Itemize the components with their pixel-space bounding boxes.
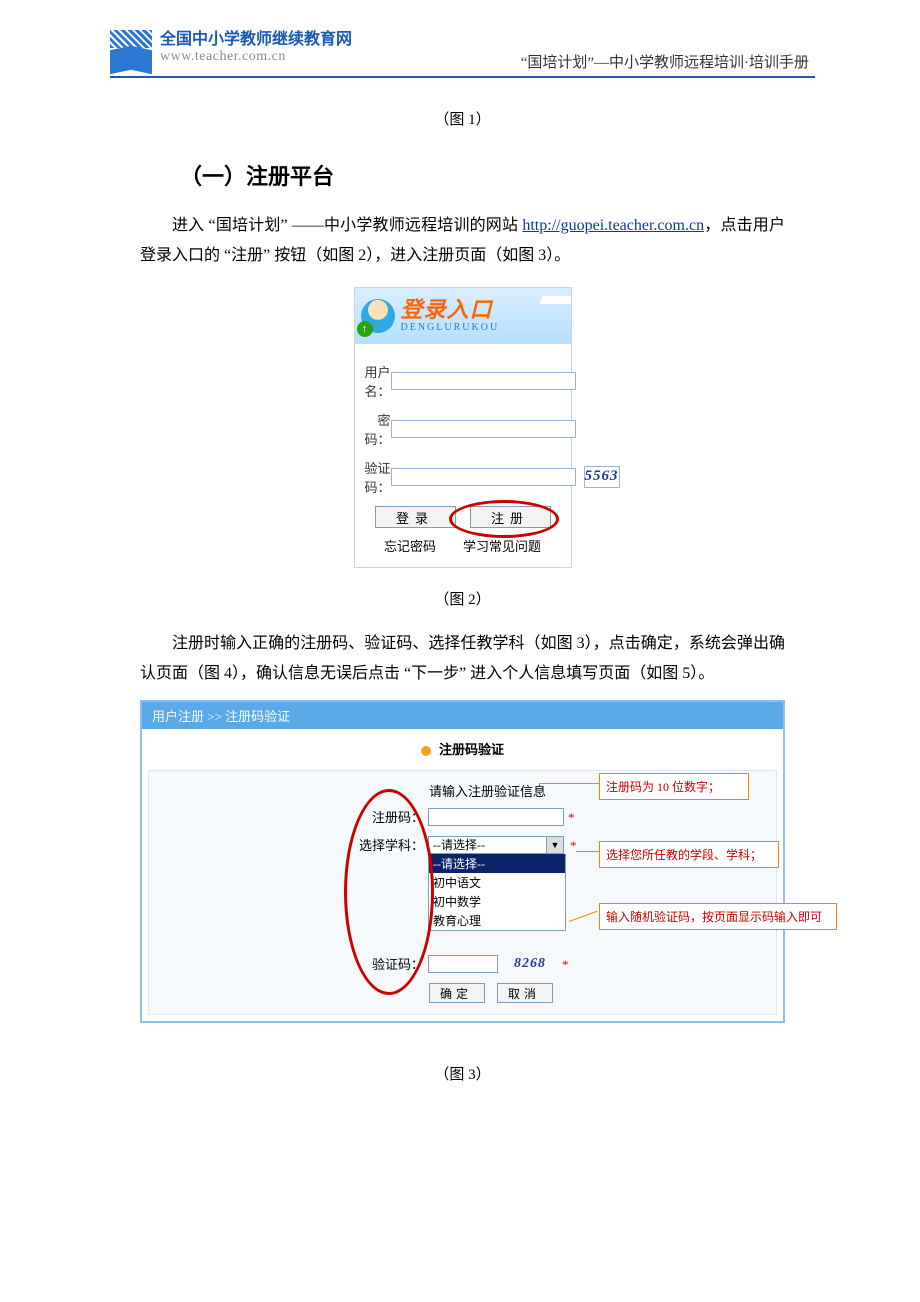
password-label: 密码： <box>365 410 391 448</box>
figure-1-caption: （图 1） <box>110 108 815 129</box>
reg-captcha-input[interactable] <box>428 955 498 973</box>
captcha-input[interactable] <box>391 468 576 486</box>
doc-header: 全国中小学教师继续教育网 www.teacher.com.cn “国培计划”—中… <box>110 30 815 78</box>
section-heading: （一）注册平台 <box>180 159 815 191</box>
register-button[interactable]: 注册 <box>470 506 551 528</box>
regcode-label: 注册码： <box>149 808 428 828</box>
doc-title: “国培计划”—中小学教师远程培训·培训手册 <box>352 51 815 72</box>
cancel-button[interactable]: 取消 <box>497 983 553 1003</box>
regcode-input[interactable] <box>428 808 564 826</box>
reg-breadcrumb: 用户注册 >> 注册码验证 <box>142 702 783 729</box>
subject-select[interactable]: --请选择-- ▼ --请选择-- 初中语文 初中数学 教育心理 <box>428 836 566 931</box>
ok-button[interactable]: 确定 <box>429 983 485 1003</box>
login-panel: 登录入口 DENGLURUKOU 用户名： 密码： 验证码： 5563 登录 注… <box>354 287 572 568</box>
subject-option[interactable]: --请选择-- <box>429 854 565 873</box>
subject-select-value: --请选择-- <box>429 836 546 853</box>
annot-line <box>539 783 599 784</box>
site-name: 全国中小学教师继续教育网 <box>160 30 352 49</box>
reg-captcha-label: 验证码： <box>149 955 428 975</box>
required-star: * <box>570 836 577 856</box>
login-banner: 登录入口 DENGLURUKOU <box>355 288 571 344</box>
subject-label: 选择学科： <box>149 836 428 856</box>
login-title-cn: 登录入口 <box>401 298 500 322</box>
annotation-captcha: 输入随机验证码，按页面显示码输入即可 <box>599 903 837 930</box>
paragraph-1: 进入 “国培计划” ——中小学教师远程培训的网站 http://guopei.t… <box>140 211 785 272</box>
subject-option[interactable]: 教育心理 <box>429 911 565 930</box>
avatar-icon <box>361 299 395 333</box>
site-url: www.teacher.com.cn <box>160 49 352 65</box>
annot-line <box>576 851 599 852</box>
subject-option[interactable]: 初中语文 <box>429 873 565 892</box>
paragraph-2: 注册时输入正确的注册码、验证码、选择任教学科（如图 3），点击确定，系统会弹出确… <box>140 629 785 690</box>
para1-prefix: 进入 “国培计划” ——中小学教师远程培训的网站 <box>172 217 522 234</box>
captcha-label: 验证码： <box>365 458 391 496</box>
reg-step-text: 注册码验证 <box>439 742 504 757</box>
annotation-subject: 选择您所任教的学段、学科； <box>599 841 779 868</box>
registration-panel: 用户注册 >> 注册码验证 注册码验证 请输入注册验证信息 注册码： * 选择学… <box>140 700 785 1023</box>
subject-select-list: --请选择-- 初中语文 初中数学 教育心理 <box>428 854 566 931</box>
captcha-image: 5563 <box>584 466 620 488</box>
guopei-link[interactable]: http://guopei.teacher.com.cn <box>522 217 704 234</box>
required-star: * <box>562 955 569 975</box>
site-logo-text: 全国中小学教师继续教育网 www.teacher.com.cn <box>160 30 352 65</box>
reg-captcha-image: 8268 <box>502 955 558 973</box>
annotation-regcode: 注册码为 10 位数字； <box>599 773 749 800</box>
figure-2-caption: （图 2） <box>110 588 815 609</box>
figure-3-caption: （图 3） <box>110 1063 815 1084</box>
step-dot-icon <box>421 746 431 756</box>
username-label: 用户名： <box>365 362 391 400</box>
required-star: * <box>568 808 575 828</box>
subject-option[interactable]: 初中数学 <box>429 892 565 911</box>
reg-step-title: 注册码验证 <box>142 729 783 764</box>
login-title-pinyin: DENGLURUKOU <box>401 322 500 333</box>
password-input[interactable] <box>391 420 576 438</box>
faq-link[interactable]: 学习常见问题 <box>463 536 541 555</box>
login-button[interactable]: 登录 <box>375 506 456 528</box>
username-input[interactable] <box>391 372 576 390</box>
chevron-down-icon: ▼ <box>546 837 563 853</box>
site-logo-icon <box>110 30 152 72</box>
forgot-password-link[interactable]: 忘记密码 <box>384 536 436 555</box>
